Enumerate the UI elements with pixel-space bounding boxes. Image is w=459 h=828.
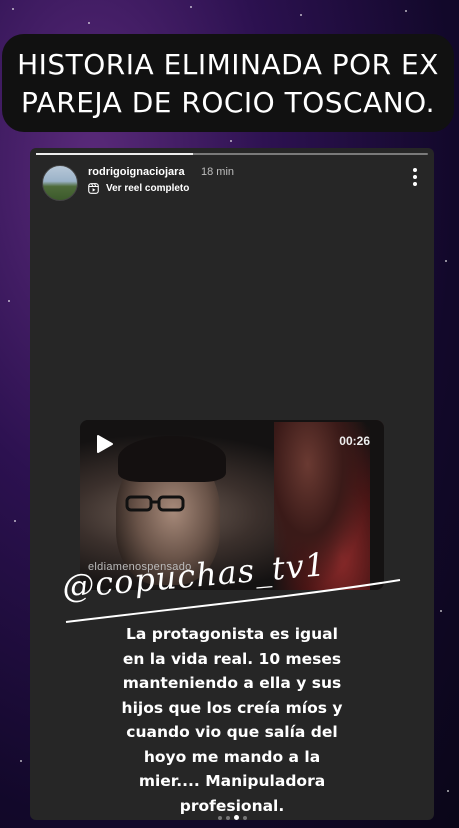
caption-line: en la vida real. 10 meses bbox=[122, 649, 342, 668]
more-vertical-icon[interactable] bbox=[412, 168, 418, 188]
username[interactable]: rodrigoignaciojara bbox=[88, 166, 185, 178]
instagram-story[interactable]: rodrigoignaciojara 18 min Ver reel compl… bbox=[30, 148, 434, 820]
story-pager bbox=[30, 809, 434, 820]
video-duration: 00:26 bbox=[339, 434, 370, 448]
story-progress-fill bbox=[36, 153, 193, 155]
pager-dot-active[interactable] bbox=[233, 815, 239, 820]
reel-icon bbox=[88, 183, 99, 194]
caption-line: cuando vio que salía del bbox=[126, 723, 338, 741]
caption-line: manteniendo a ella y sus bbox=[122, 674, 342, 692]
caption-line: hijos que los creía míos y bbox=[121, 698, 343, 717]
avatar[interactable] bbox=[42, 165, 78, 201]
story-timestamp: 18 min bbox=[201, 166, 235, 178]
play-icon[interactable] bbox=[96, 434, 114, 454]
headline-line-1: HISTORIA ELIMINADA POR EX bbox=[17, 48, 439, 81]
pager-dot[interactable] bbox=[242, 815, 247, 820]
glasses-shape bbox=[125, 495, 185, 512]
caption-line: hoyo me mando a la bbox=[143, 747, 321, 766]
headline-line-2: PAREJA DE ROCIO TOSCANO. bbox=[21, 86, 435, 119]
caption-line: mier.... Manipuladora bbox=[138, 772, 326, 790]
story-progress-bar bbox=[36, 153, 428, 155]
headline-banner: HISTORIA ELIMINADA POR EX PAREJA DE ROCI… bbox=[2, 34, 454, 132]
caption-line: La protagonista es igual bbox=[126, 625, 338, 643]
pager-dot[interactable] bbox=[217, 815, 222, 820]
view-full-reel-link[interactable]: Ver reel completo bbox=[106, 183, 189, 194]
story-caption: La protagonista es igual en la vida real… bbox=[68, 622, 396, 818]
pager-dot[interactable] bbox=[225, 815, 230, 820]
